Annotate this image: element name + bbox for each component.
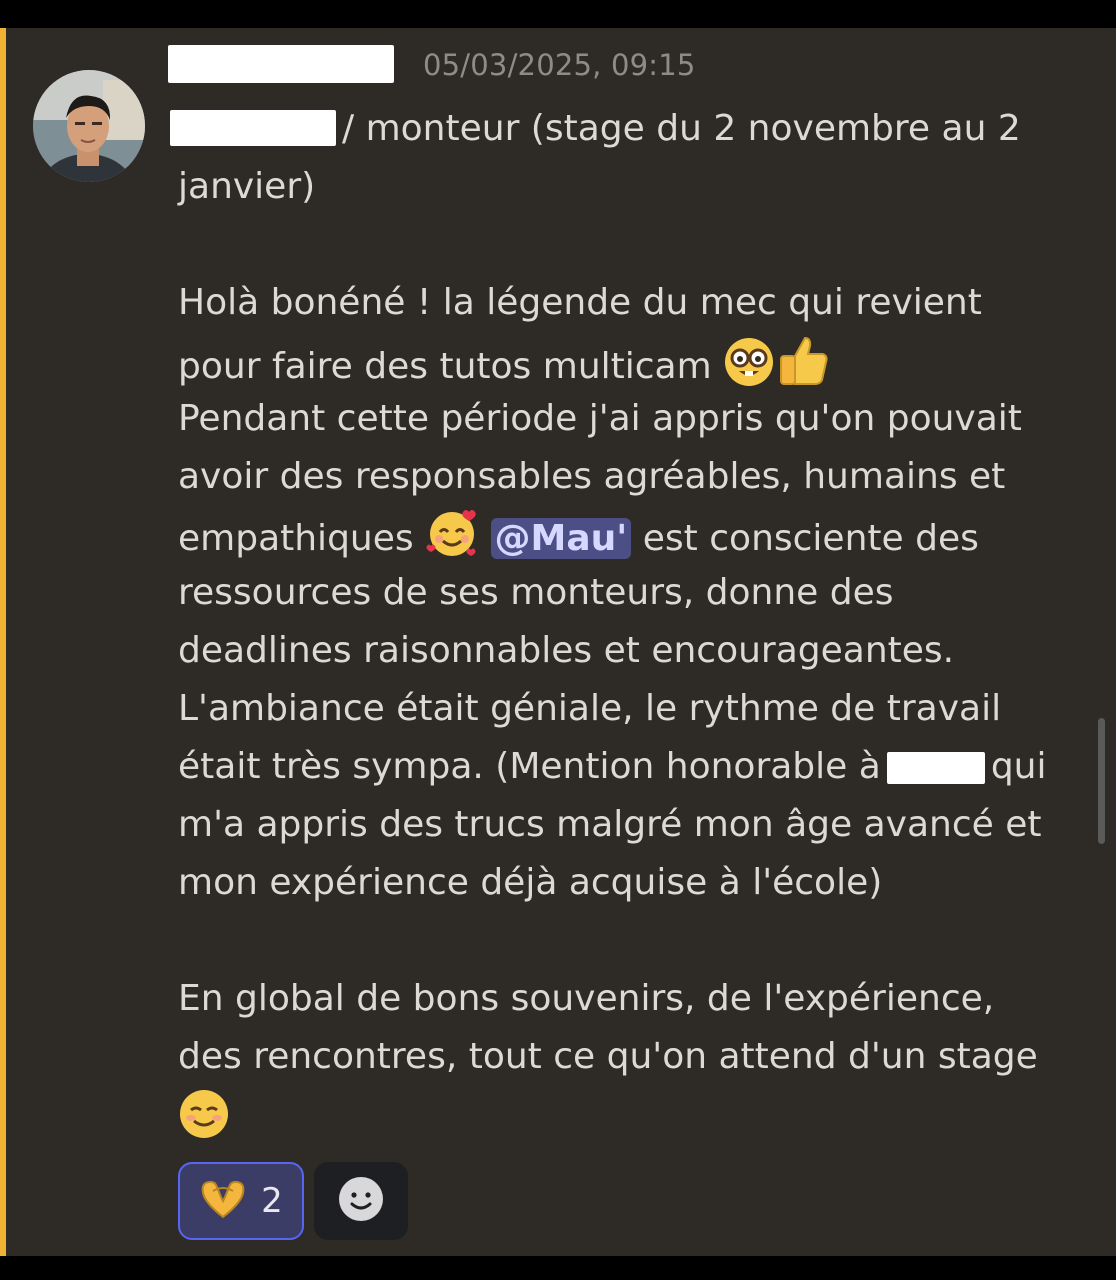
message-line: janvier) — [178, 158, 1088, 216]
message-text: est consciente des — [642, 518, 979, 559]
message-text: L'ambiance était géniale, le rythme de t… — [178, 688, 1002, 729]
message-text: deadlines raisonnables et encourageantes… — [178, 630, 955, 671]
scrollbar-thumb[interactable] — [1098, 718, 1105, 844]
message-line: ressources de ses monteurs, donne des — [178, 564, 1088, 622]
message-text: m'a appris des trucs malgré mon âge avan… — [178, 804, 1042, 845]
user-mention[interactable]: @Mau' — [490, 518, 632, 559]
message-line: des rencontres, tout ce qu'on attend d'u… — [178, 1028, 1088, 1086]
message-line: mon expérience déjà acquise à l'école) — [178, 854, 1088, 912]
message-text: Pendant cette période j'ai appris qu'on … — [178, 398, 1022, 439]
message-line: m'a appris des trucs malgré mon âge avan… — [178, 796, 1088, 854]
message-text: Holà bonéné ! la légende du mec qui revi… — [178, 282, 982, 323]
message-text: qui — [990, 746, 1047, 787]
message-line — [178, 1086, 1088, 1144]
username-redacted[interactable] — [168, 45, 394, 83]
message-text: En global de bons souvenirs, de l'expéri… — [178, 978, 995, 1019]
reaction-heart-hands[interactable]: 2 — [178, 1162, 304, 1240]
message-text: mon expérience déjà acquise à l'école) — [178, 862, 883, 903]
message-text: / monteur (stage du 2 novembre au 2 — [342, 108, 1021, 149]
message-text: avoir des responsables agréables, humain… — [178, 456, 1006, 497]
message-line: deadlines raisonnables et encourageantes… — [178, 622, 1088, 680]
message-text: des rencontres, tout ce qu'on attend d'u… — [178, 1036, 1038, 1077]
timestamp: 05/03/2025, 09:15 — [423, 48, 696, 82]
message-text: ressources de ses monteurs, donne des — [178, 572, 894, 613]
add-reaction-button[interactable] — [314, 1162, 408, 1240]
message-text: était très sympa. (Mention honorable à — [178, 746, 881, 787]
message-line: Holà bonéné ! la légende du mec qui revi… — [178, 274, 1088, 332]
message-line: était très sympa. (Mention honorable à qu… — [178, 738, 1088, 796]
redacted-text — [170, 110, 336, 146]
message-text: pour faire des tutos multicam — [178, 346, 712, 387]
reaction-count: 2 — [261, 1181, 283, 1221]
message-line: L'ambiance était géniale, le rythme de t… — [178, 680, 1088, 738]
heart-hands-icon — [199, 1179, 247, 1223]
message: 05/03/2025, 09:15 / monteur (stage du 2 … — [0, 28, 1116, 1256]
message-line: empathiques @Mau' est consciente des — [178, 506, 1088, 564]
mention-highlight-bar — [0, 28, 6, 1256]
message-content: / monteur (stage du 2 novembre au 2 janv… — [170, 100, 1088, 1144]
message-line: pour faire des tutos multicam — [178, 332, 1088, 390]
message-line: / monteur (stage du 2 novembre au 2 — [170, 100, 1088, 158]
reactions-bar: 2 — [178, 1162, 408, 1240]
redacted-text — [886, 752, 985, 784]
message-line: Pendant cette période j'ai appris qu'on … — [178, 390, 1088, 448]
add-reaction-smiley-icon — [337, 1175, 385, 1227]
message-text: empathiques — [178, 518, 414, 559]
avatar[interactable] — [33, 70, 145, 182]
message-text: janvier) — [178, 166, 316, 207]
message-line: avoir des responsables agréables, humain… — [178, 448, 1088, 506]
smiling-face-icon — [178, 1088, 230, 1158]
message-line: En global de bons souvenirs, de l'expéri… — [178, 970, 1088, 1028]
